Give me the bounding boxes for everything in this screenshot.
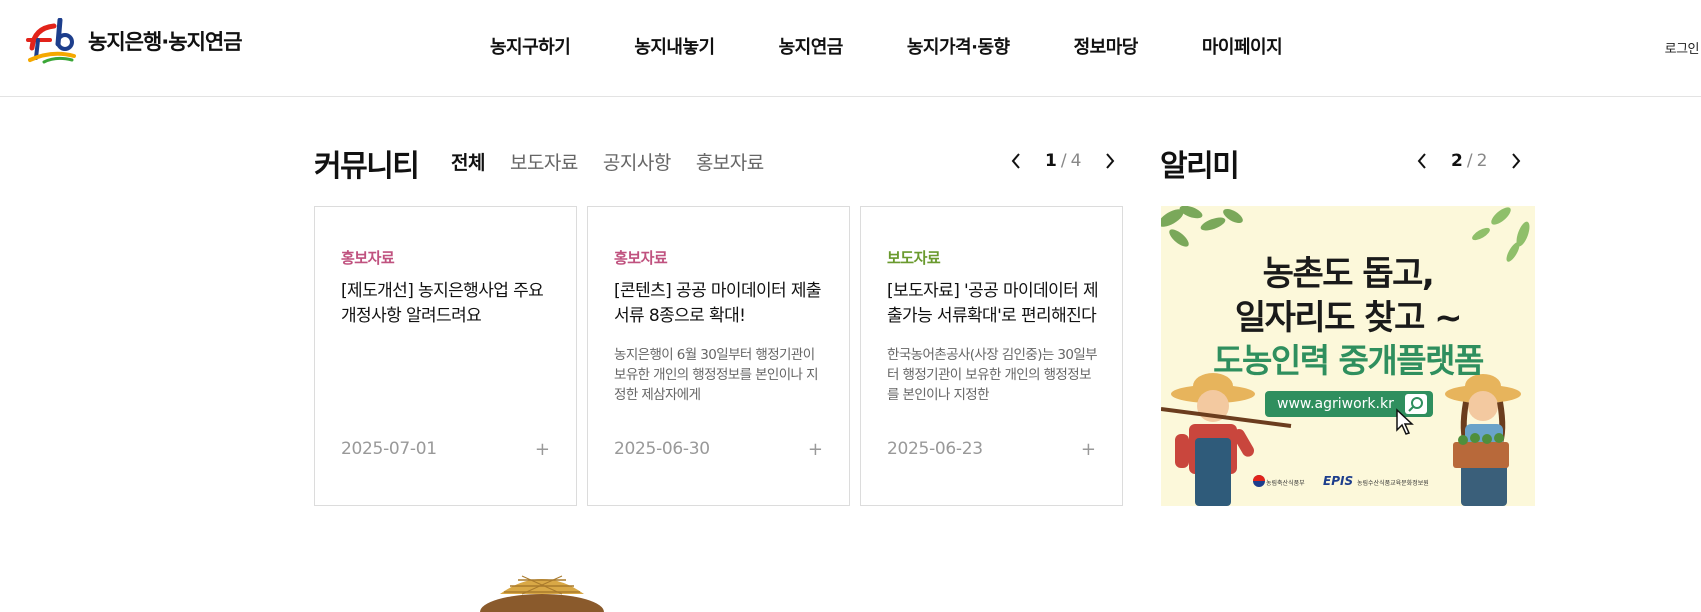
card-title: [보도자료] '공공 마이데이터 제출가능 서류확대'로 편리해진다 (887, 281, 1099, 326)
banner-org-epis-name: 농림수산식품교육문화정보원 (1357, 480, 1429, 487)
page-current: 2 (1451, 151, 1463, 171)
list-item[interactable]: 홍보자료 [제도개선] 농지은행사업 주요 개정사항 알려드려요 2025-07… (314, 206, 577, 506)
alimi-pager: 2 / 2 (1409, 148, 1529, 174)
list-item[interactable]: 홍보자료 [콘텐츠] 공공 마이데이터 제출 서류 8종으로 확대! 농지은행이… (587, 206, 850, 506)
nav-item-find-farmland[interactable]: 농지구하기 (490, 33, 571, 59)
login-link[interactable]: 로그인 (1665, 38, 1700, 57)
card-date: 2025-06-30 (614, 439, 710, 459)
banner-org-ministry: 농림축산식품부 (1266, 480, 1305, 487)
plus-icon[interactable]: + (808, 439, 823, 460)
nav-item-info[interactable]: 정보마당 (1074, 33, 1139, 59)
banner-headline-2: 일자리도 찾고 ~ (1234, 298, 1463, 338)
logo[interactable]: 농지은행·농지연금 (26, 18, 243, 64)
card-category: 보도자료 (887, 249, 941, 267)
card-description (341, 345, 553, 405)
alimi-title: 알리미 (1160, 149, 1240, 184)
community-tabs: 전체 보도자료 공지사항 홍보자료 (449, 148, 789, 176)
nav-item-farmland-pension[interactable]: 농지연금 (779, 33, 844, 59)
list-item[interactable]: 보도자료 [보도자료] '공공 마이데이터 제출가능 서류확대'로 편리해진다 … (860, 206, 1123, 506)
card-description: 한국농어촌공사(사장 김인중)는 30일부터 행정기관이 보유한 개인의 행정정… (887, 347, 1098, 403)
plus-icon[interactable]: + (535, 439, 550, 460)
nav-item-price-trends[interactable]: 농지가격·동향 (907, 33, 1010, 59)
card-category: 홍보자료 (614, 249, 668, 267)
community-card-list: 홍보자료 [제도개선] 농지은행사업 주요 개정사항 알려드려요 2025-07… (314, 206, 1123, 506)
plus-icon[interactable]: + (1081, 439, 1096, 460)
tab-notice[interactable]: 공지사항 (603, 148, 671, 175)
card-category: 홍보자료 (341, 249, 395, 267)
main-nav: 농지구하기 농지내놓기 농지연금 농지가격·동향 정보마당 마이페이지 (490, 33, 1283, 59)
tab-promotion[interactable]: 홍보자료 (696, 148, 764, 175)
page-total: 2 (1476, 151, 1488, 171)
page-current: 1 (1045, 151, 1057, 171)
nav-item-mypage[interactable]: 마이페이지 (1202, 33, 1283, 59)
banner-headline-3: 도농인력 중개플랫폼 (1213, 341, 1484, 380)
tab-all[interactable]: 전체 (449, 148, 487, 176)
card-description: 농지은행이 6월 30일부터 행정기관이 보유한 개인의 행정정보를 본인이나 … (614, 347, 818, 403)
alimi-banner[interactable]: 농촌도 돕고, 일자리도 찾고 ~ 도농인력 중개플랫폼 www.agriwor… (1161, 206, 1535, 506)
next-arrow-icon[interactable] (1097, 148, 1123, 174)
card-date: 2025-06-23 (887, 439, 983, 459)
next-arrow-icon[interactable] (1503, 148, 1529, 174)
banner-headline-1: 농촌도 돕고, (1262, 254, 1435, 294)
page-separator: / (1466, 151, 1473, 171)
page-separator: / (1060, 151, 1067, 171)
mascot-character (480, 575, 604, 612)
prev-arrow-icon[interactable] (1409, 148, 1435, 174)
card-title: [콘텐츠] 공공 마이데이터 제출 서류 8종으로 확대! (614, 281, 822, 326)
site-header: 농지은행·농지연금 농지구하기 농지내놓기 농지연금 농지가격·동향 정보마당 … (0, 0, 1701, 97)
page-total: 4 (1070, 151, 1082, 171)
tab-press[interactable]: 보도자료 (510, 148, 578, 175)
community-title: 커뮤니티 (314, 149, 420, 184)
logo-mark-icon (26, 18, 76, 64)
card-title: [제도개선] 농지은행사업 주요 개정사항 알려드려요 (341, 281, 544, 326)
nav-item-list-farmland[interactable]: 농지내놓기 (634, 33, 715, 59)
community-pager: 1 / 4 (1003, 148, 1123, 174)
prev-arrow-icon[interactable] (1003, 148, 1029, 174)
card-date: 2025-07-01 (341, 439, 437, 459)
logo-text: 농지은행·농지연금 (88, 30, 243, 54)
cursor-icon (1396, 408, 1414, 435)
banner-org-epis: EPIS (1323, 474, 1354, 488)
